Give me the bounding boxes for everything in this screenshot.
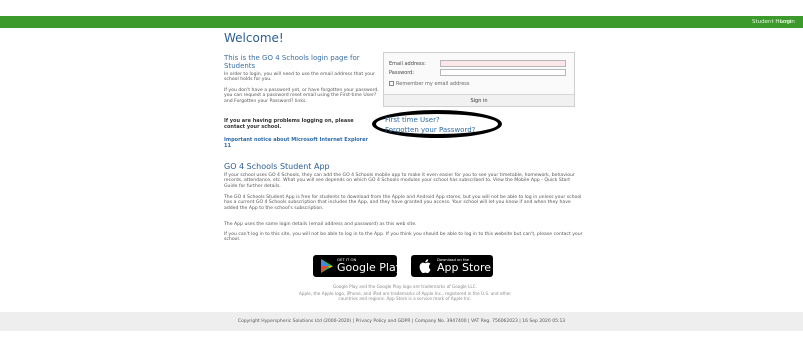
login-form: Email address: Password: Remember my ema… [383, 52, 575, 107]
password-field[interactable] [440, 69, 566, 76]
footer: Copyright Hyperspheric Solutions Ltd (20… [0, 312, 803, 331]
remember-email-checkbox[interactable] [389, 81, 394, 86]
intro-heading: This is the GO 4 Schools login page for … [224, 54, 360, 70]
apple-icon [419, 259, 431, 274]
remember-email-label: Remember my email address [396, 81, 470, 87]
google-play-icon [321, 259, 333, 273]
app-paragraph-login-details: The App uses the same login details (ema… [224, 222, 417, 227]
app-store-big-text: App Store [437, 261, 492, 274]
google-trademark-text: Google Play and the Google Play logo are… [333, 284, 477, 289]
app-paragraph-intro: If your school uses GO 4 Schools, they c… [224, 173, 575, 189]
page-title: Welcome! [224, 31, 284, 45]
remember-email-checkbox-row[interactable]: Remember my email address [389, 81, 469, 87]
password-label: Password: [389, 70, 415, 76]
apple-trademark-text: Apple, the Apple logo, iPhone, and iPad … [298, 291, 512, 301]
google-play-badge[interactable]: GET IT ON Google Play [313, 255, 402, 277]
forgotten-password-link[interactable]: Forgotten your Password? [385, 126, 475, 134]
signin-bar: Sign in [384, 94, 574, 106]
top-navigation-bar: Student Home Login [0, 16, 803, 28]
app-paragraph-cannot-login: If you can't log in to this site, you wi… [224, 232, 583, 243]
login-link[interactable]: Login [780, 17, 795, 27]
ie11-notice-link[interactable]: Important notice about Microsoft Interne… [224, 137, 374, 149]
email-field[interactable] [440, 60, 566, 67]
sign-in-button[interactable]: Sign in [444, 97, 514, 105]
app-section-title: GO 4 Schools Student App [224, 162, 330, 171]
email-label: Email address: [389, 61, 426, 67]
intro-paragraph-password: If you don't have a password yet, or hav… [224, 88, 379, 104]
first-time-user-link[interactable]: First time User? [385, 116, 440, 124]
login-problems-text: If you are having problems logging on, p… [224, 118, 354, 130]
intro-paragraph-email: In order to login, you will need to use … [224, 72, 375, 83]
footer-copyright: Copyright Hyperspheric Solutions Ltd (20… [237, 319, 566, 324]
google-play-big-text: Google Play [337, 261, 403, 274]
app-paragraph-download: The GO 4 Schools Student App is free for… [224, 195, 582, 211]
app-store-badge[interactable]: Download on the App Store [411, 255, 493, 277]
